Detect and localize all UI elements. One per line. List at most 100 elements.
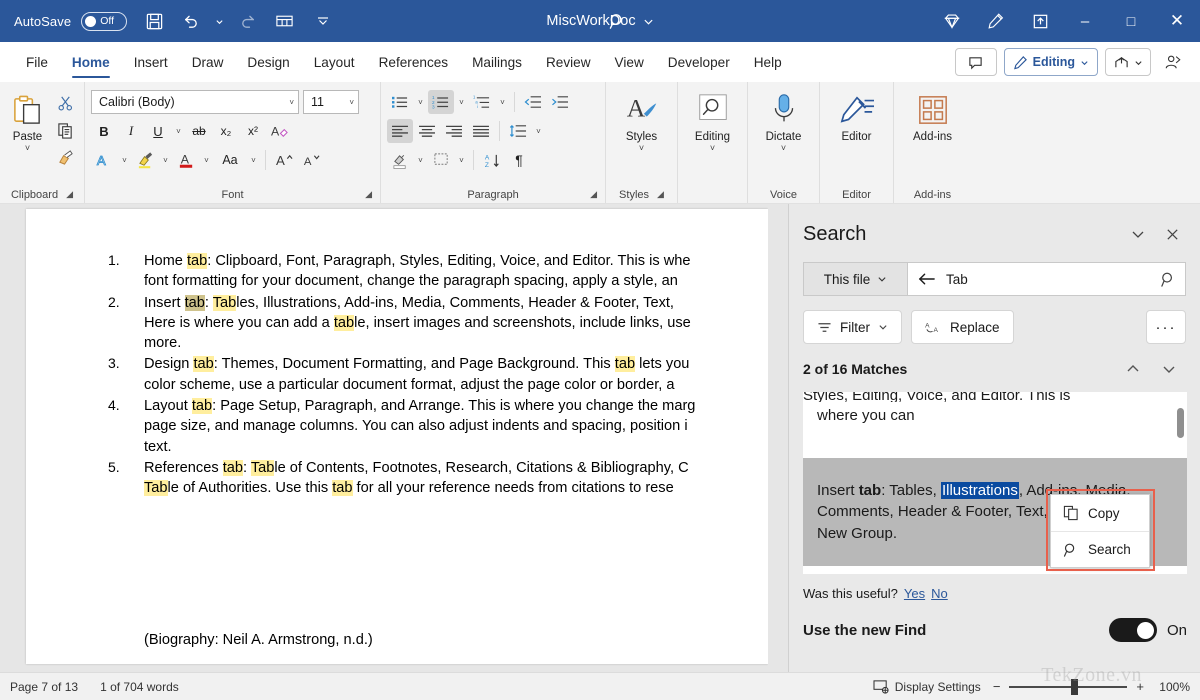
dictate-button[interactable]: Dictate ˅	[755, 87, 813, 152]
context-menu-item-search[interactable]: Search	[1051, 531, 1149, 567]
shading-chevron-down-icon[interactable]: ˅	[414, 148, 427, 172]
feedback-yes-link[interactable]: Yes	[904, 586, 925, 601]
text-effects-chevron-down-icon[interactable]: ˅	[118, 148, 131, 172]
format-painter-button[interactable]	[52, 145, 78, 169]
comments-button[interactable]	[955, 48, 997, 76]
bullets-chevron-down-icon[interactable]: ˅	[414, 90, 427, 114]
microsoft-search-icon[interactable]	[600, 6, 634, 36]
paragraph-dialog-launcher-icon[interactable]: ◢	[590, 189, 597, 200]
zoom-level-label[interactable]: 100%	[1156, 680, 1190, 694]
tab-mailings[interactable]: Mailings	[460, 43, 534, 81]
search-pane-close-icon[interactable]	[1158, 220, 1186, 248]
multilevel-list-button[interactable]: 1 a i	[469, 90, 495, 114]
font-dialog-launcher-icon[interactable]: ◢	[365, 189, 372, 200]
search-back-arrow-icon[interactable]	[917, 271, 936, 287]
change-case-button[interactable]: Aa	[214, 148, 246, 172]
tab-review[interactable]: Review	[534, 43, 603, 81]
tab-insert[interactable]: Insert	[122, 43, 180, 81]
customize-quick-access-icon[interactable]	[313, 5, 333, 37]
shrink-font-button[interactable]: A	[298, 148, 324, 172]
borders-chevron-down-icon[interactable]: ˅	[455, 148, 468, 172]
undo-dropdown-caret-icon[interactable]	[209, 5, 229, 37]
strikethrough-button[interactable]: ab	[186, 119, 212, 143]
editing-group-chevron-down-icon[interactable]: ˅	[710, 144, 715, 152]
document-canvas[interactable]: 1. Home tab: Clipboard, Font, Paragraph,…	[0, 204, 788, 672]
search-result-item[interactable]: where you can	[803, 402, 1187, 458]
multilevel-chevron-down-icon[interactable]: ˅	[496, 90, 509, 114]
zoom-slider-thumb[interactable]	[1071, 679, 1078, 695]
save-icon[interactable]	[137, 5, 171, 37]
highlight-chevron-down-icon[interactable]: ˅	[159, 148, 172, 172]
align-center-button[interactable]	[414, 119, 440, 143]
pen-icon[interactable]	[974, 0, 1018, 42]
clipboard-dialog-launcher-icon[interactable]: ◢	[66, 189, 73, 200]
styles-chevron-down-icon[interactable]: ˅	[639, 144, 644, 152]
autosave-toggle[interactable]: Off	[81, 12, 127, 31]
increase-indent-button[interactable]	[547, 90, 573, 114]
share-people-icon[interactable]	[1158, 48, 1188, 76]
copy-button[interactable]	[52, 118, 78, 142]
tab-file[interactable]: File	[14, 43, 60, 81]
search-results-scrollbar[interactable]	[1177, 408, 1184, 438]
decrease-indent-button[interactable]	[520, 90, 546, 114]
close-button[interactable]: ✕	[1154, 0, 1200, 42]
feedback-no-link[interactable]: No	[931, 586, 948, 601]
touch-mode-icon[interactable]	[267, 5, 301, 37]
zoom-slider-track[interactable]	[1009, 686, 1127, 688]
editor-button[interactable]: Editor	[828, 87, 886, 143]
tab-draw[interactable]: Draw	[180, 43, 236, 81]
display-settings-button[interactable]: Display Settings	[873, 679, 981, 694]
restore-up-icon[interactable]	[1018, 0, 1062, 42]
clear-formatting-button[interactable]: A	[267, 119, 293, 143]
font-color-button[interactable]: A	[173, 148, 199, 172]
justify-button[interactable]	[468, 119, 494, 143]
line-spacing-button[interactable]	[505, 119, 531, 143]
shading-button[interactable]	[387, 148, 413, 172]
search-input-field[interactable]: Tab	[907, 262, 1186, 296]
text-effects-button[interactable]: A	[91, 148, 117, 172]
document-page[interactable]: 1. Home tab: Clipboard, Font, Paragraph,…	[26, 209, 768, 664]
line-spacing-chevron-down-icon[interactable]: ˅	[532, 119, 545, 143]
zoom-slider[interactable]: − +	[993, 679, 1144, 694]
subscript-button[interactable]: x₂	[213, 119, 239, 143]
share-button[interactable]	[1105, 48, 1151, 76]
paste-button[interactable]: Paste ˅	[6, 87, 49, 152]
paste-chevron-down-icon[interactable]: ˅	[25, 144, 30, 152]
tab-design[interactable]: Design	[235, 43, 301, 81]
styles-dialog-launcher-icon[interactable]: ◢	[657, 189, 664, 200]
tab-help[interactable]: Help	[742, 43, 794, 81]
search-pane-chevron-down-icon[interactable]	[1124, 220, 1152, 248]
show-formatting-marks-button[interactable]: ¶	[506, 148, 532, 172]
maximize-button[interactable]: □	[1108, 0, 1154, 42]
replace-button[interactable]: A A Replace	[911, 310, 1014, 344]
bold-button[interactable]: B	[91, 119, 117, 143]
tab-layout[interactable]: Layout	[302, 43, 367, 81]
numbering-chevron-down-icon[interactable]: ˅	[455, 90, 468, 114]
font-name-combobox[interactable]: Calibri (Body) ˅	[91, 90, 299, 114]
microsoft-365-diamond-icon[interactable]	[930, 0, 974, 42]
search-submit-icon[interactable]	[1160, 271, 1177, 288]
status-word-count[interactable]: 1 of 704 words	[100, 680, 179, 694]
underline-chevron-down-icon[interactable]: ˅	[172, 119, 185, 143]
grow-font-button[interactable]: A	[271, 148, 297, 172]
minimize-button[interactable]: –	[1062, 0, 1108, 42]
text-highlight-color-button[interactable]	[132, 148, 158, 172]
next-match-chevron-down-icon[interactable]	[1152, 356, 1186, 382]
redo-icon[interactable]	[231, 5, 265, 37]
search-scope-dropdown[interactable]: This file	[803, 262, 907, 296]
change-case-chevron-down-icon[interactable]: ˅	[247, 148, 260, 172]
document-title-chevron-down-icon[interactable]	[643, 16, 654, 27]
context-menu-item-copy[interactable]: Copy	[1051, 495, 1149, 531]
zoom-in-button[interactable]: +	[1136, 679, 1144, 694]
new-find-toggle[interactable]	[1109, 618, 1157, 642]
superscript-button[interactable]: x²	[240, 119, 266, 143]
dictate-chevron-down-icon[interactable]: ˅	[781, 144, 786, 152]
more-options-button[interactable]: ···	[1146, 310, 1186, 344]
cut-button[interactable]	[52, 91, 78, 115]
zoom-out-button[interactable]: −	[993, 679, 1001, 694]
font-size-combobox[interactable]: 11 ˅	[303, 90, 359, 114]
numbering-button[interactable]: 1 2 3	[428, 90, 454, 114]
add-ins-button[interactable]: Add-ins	[904, 87, 962, 143]
italic-button[interactable]: I	[118, 119, 144, 143]
tab-view[interactable]: View	[603, 43, 656, 81]
